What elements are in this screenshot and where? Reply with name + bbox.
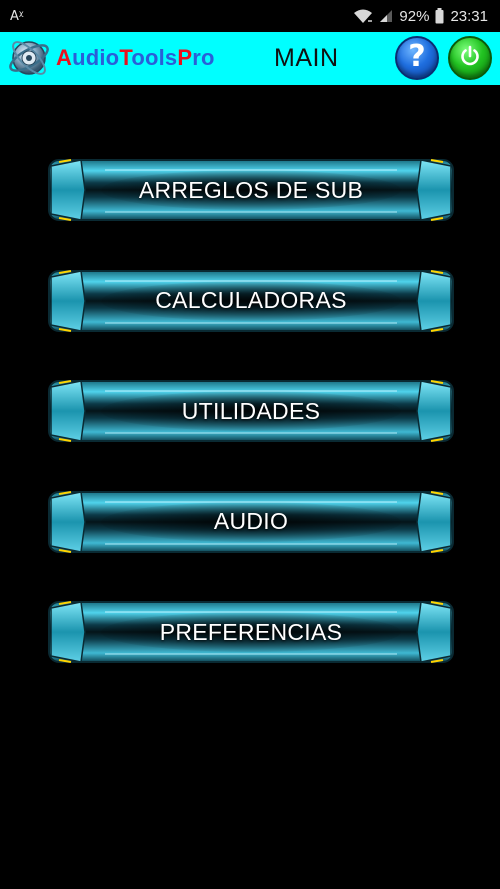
app-title-part: ro xyxy=(192,45,215,70)
menu-button-preferencias[interactable]: PREFERENCIAS xyxy=(45,598,457,666)
menu-button-calculadoras[interactable]: CALCULADORAS xyxy=(45,267,457,335)
menu-button-label: CALCULADORAS xyxy=(155,287,347,313)
audio-tools-logo-icon xyxy=(6,35,52,81)
menu-button-utilidades[interactable]: UTILIDADES xyxy=(45,377,457,445)
menu-button-label: AUDIO xyxy=(213,508,289,534)
app-title-part: A xyxy=(56,45,73,70)
app-title-part: ools xyxy=(131,45,178,70)
page-title: MAIN xyxy=(274,44,339,72)
menu-button-label: ARREGLOS DE SUB xyxy=(138,176,364,203)
notification-indicator: Aᵡ xyxy=(10,8,24,24)
app-title: AudioToolsPro xyxy=(56,45,215,71)
help-icon: ? xyxy=(408,39,426,74)
clock: 23:31 xyxy=(450,7,488,25)
help-button[interactable]: ? xyxy=(395,36,439,80)
battery-percent: 92% xyxy=(399,7,430,25)
app-title-part: udio xyxy=(72,45,120,70)
app-bar: AudioToolsPro MAIN ? xyxy=(0,32,500,85)
status-left: Aᵡ xyxy=(10,9,24,24)
power-button[interactable] xyxy=(448,36,492,80)
battery-icon xyxy=(435,8,444,24)
menu-button-arreglos-de-sub[interactable]: ARREGLOS DE SUB xyxy=(45,156,457,224)
menu-button-audio[interactable]: AUDIO xyxy=(45,488,457,556)
power-icon xyxy=(458,44,482,73)
status-bar: Aᵡ 92% 23:31 xyxy=(0,0,500,32)
status-right: 92% 23:31 xyxy=(353,8,488,25)
menu-button-label: PREFERENCIAS xyxy=(159,618,343,645)
menu-button-label: UTILIDADES xyxy=(181,397,321,424)
signal-icon xyxy=(379,9,393,23)
app-title-part: T xyxy=(119,45,132,70)
app-title-part: P xyxy=(177,45,193,70)
wifi-icon xyxy=(353,8,373,24)
